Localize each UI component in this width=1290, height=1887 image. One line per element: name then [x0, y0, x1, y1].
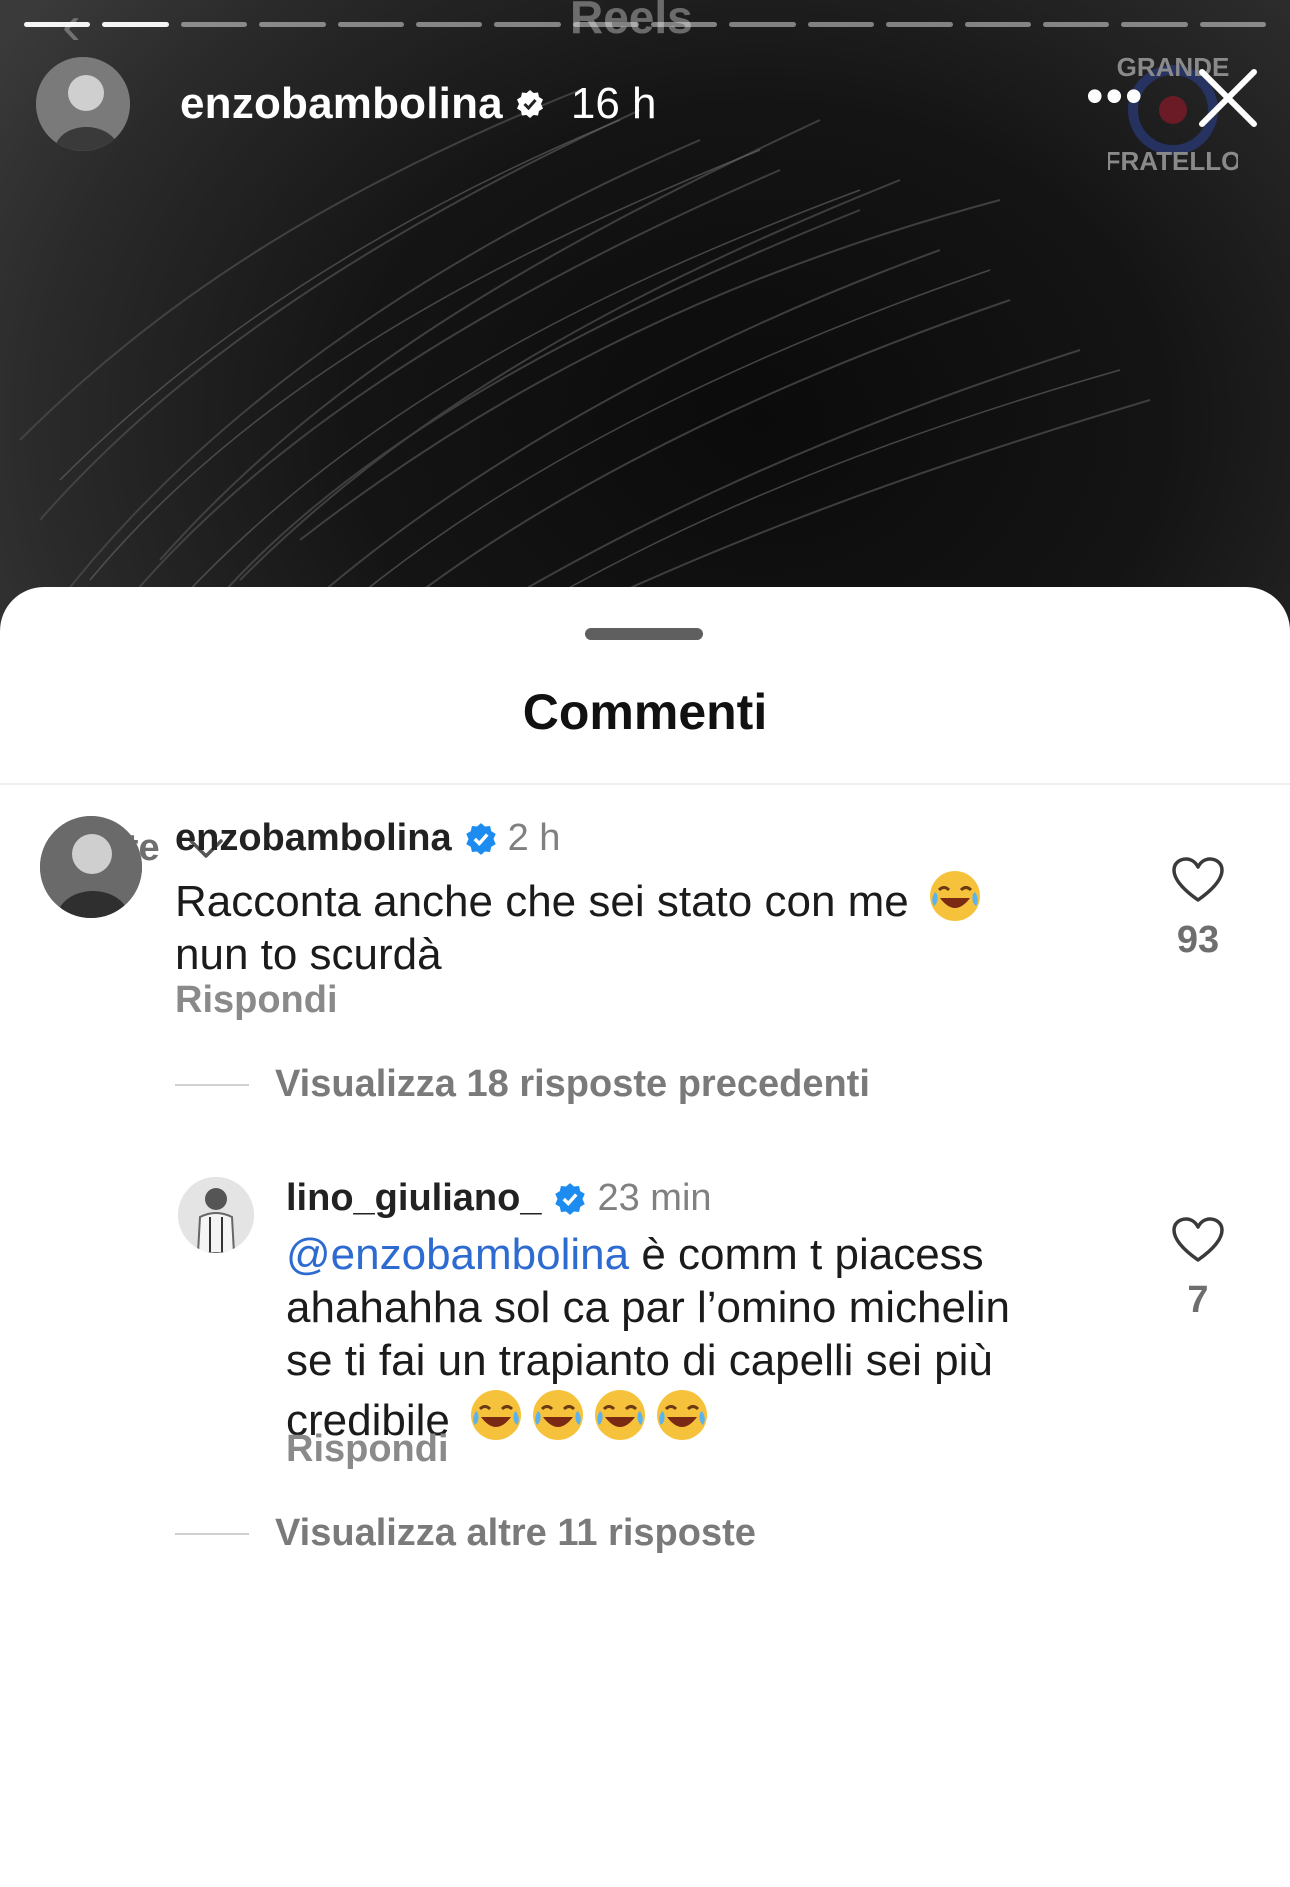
reply-text-line: se ti fai un trapianto di capelli sei pi… — [286, 1336, 993, 1385]
laughing-emoji-icon — [471, 1390, 522, 1440]
progress-segment — [102, 22, 169, 27]
comment-header: enzobambolina 2 h — [175, 817, 560, 860]
story-time: 16 h — [570, 79, 657, 128]
laughing-emoji-icon — [657, 1390, 708, 1440]
view-more-replies-link[interactable]: Visualizza altre 11 risposte — [175, 1512, 756, 1555]
thread-line — [175, 1083, 249, 1086]
emoji-row — [462, 1390, 710, 1445]
view-more-replies-label: Visualizza altre 11 risposte — [275, 1512, 756, 1554]
comment-text-line: Racconta anche che sei stato con me — [175, 877, 909, 926]
story-viewer: ‹ Reels enzobambolina 16 h GRANDE FRATEL… — [0, 0, 1290, 640]
heart-icon — [1172, 857, 1224, 902]
laughing-emoji-icon — [930, 871, 980, 921]
profile-photo — [36, 57, 130, 151]
avatar[interactable] — [40, 816, 142, 918]
progress-segment — [415, 22, 483, 27]
progress-segment — [337, 22, 404, 27]
progress-segment — [886, 22, 953, 27]
reply-button[interactable]: Rispondi — [175, 979, 338, 1022]
reply-text-line: ahahahha sol ca par l’omino michelin — [286, 1283, 1010, 1332]
comment-text: Racconta anche che sei stato con me nun … — [175, 868, 1075, 981]
progress-segment — [259, 22, 326, 27]
comments-sheet: Commenti Per te enzobambolina 2 h Raccon… — [0, 587, 1290, 1887]
like-count: 93 — [1176, 919, 1220, 961]
progress-segment — [964, 22, 1031, 27]
progress-segment — [729, 22, 796, 27]
reels-label: Reels — [570, 0, 693, 43]
progress-segment — [807, 22, 875, 27]
verified-badge-icon — [516, 90, 543, 118]
view-previous-replies-label: Visualizza 18 risposte precedenti — [275, 1063, 870, 1105]
like-button[interactable] — [1170, 856, 1226, 909]
reply-text-line: è comm t piacess — [629, 1230, 984, 1279]
logo-text-bottom: FRATELLO — [1108, 146, 1238, 176]
heart-icon — [1172, 1217, 1224, 1262]
mention-link[interactable]: @enzobambolina — [286, 1230, 629, 1279]
close-icon[interactable] — [1196, 66, 1260, 130]
avatar[interactable] — [36, 57, 130, 151]
thread-line — [175, 1532, 249, 1535]
reply-header: lino_giuliano_ 23 min — [286, 1177, 712, 1220]
progress-segment — [180, 22, 248, 27]
reply-text: @enzobambolina è comm t piacess ahahahha… — [286, 1228, 1146, 1447]
profile-photo — [40, 816, 142, 918]
sheet-title: Commenti — [522, 684, 768, 740]
progress-segment — [1121, 22, 1188, 27]
reply-button[interactable]: Rispondi — [286, 1428, 449, 1471]
verified-badge-icon — [465, 822, 496, 855]
comment-time: 2 h — [507, 817, 561, 859]
view-previous-replies-link[interactable]: Visualizza 18 risposte precedenti — [175, 1063, 870, 1106]
reply-username[interactable]: lino_giuliano_ — [286, 1177, 541, 1220]
reply-time: 23 min — [597, 1177, 712, 1219]
laughing-emoji-icon — [595, 1390, 646, 1440]
back-arrow-icon[interactable]: ‹ — [62, 0, 81, 57]
comment-text-line: nun to scurdà — [175, 930, 442, 979]
profile-photo — [178, 1177, 254, 1253]
progress-segment — [1199, 22, 1266, 27]
story-header: enzobambolina 16 h — [36, 56, 657, 152]
laughing-emoji-icon — [533, 1390, 584, 1440]
verified-badge-icon — [555, 1182, 586, 1215]
avatar[interactable] — [178, 1177, 254, 1253]
progress-segment — [494, 22, 561, 27]
comment-username[interactable]: enzobambolina — [175, 817, 452, 860]
progress-segment — [1042, 22, 1110, 27]
sheet-grabber[interactable] — [585, 628, 703, 640]
like-count: 7 — [1187, 1279, 1209, 1321]
divider — [0, 783, 1290, 785]
like-button[interactable] — [1170, 1216, 1226, 1269]
more-options-icon[interactable]: ••• — [1086, 71, 1145, 121]
story-username[interactable]: enzobambolina — [180, 79, 503, 129]
